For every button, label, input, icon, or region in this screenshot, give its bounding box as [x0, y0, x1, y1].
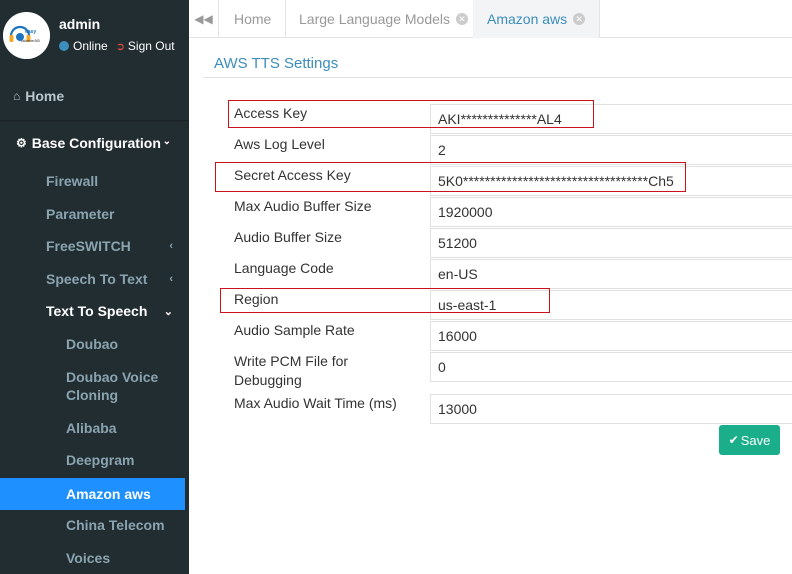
sidebar-item-doubao-voice-cloning[interactable]: Doubao Voice Cloning: [0, 362, 185, 410]
sidebar-item-firewall[interactable]: Firewall: [0, 165, 185, 197]
tab-label: Amazon aws: [487, 11, 568, 27]
highlight-box-region: [220, 288, 550, 313]
chevron-left-icon: ‹: [169, 240, 173, 252]
tab-scroll-left-icon[interactable]: ◀◀: [189, 0, 219, 38]
chevron-left-icon: ‹: [169, 273, 173, 285]
tab-home[interactable]: Home: [220, 0, 287, 38]
sidebar-item-voices[interactable]: Voices: [0, 542, 185, 574]
save-label: Save: [740, 432, 771, 448]
logo-icon: easy callcenter365: [3, 12, 50, 59]
sidebar-item-label: FreeSWITCH: [46, 238, 131, 254]
sidebar-item-label: Doubao Voice Cloning: [66, 369, 159, 403]
sidebar-item-freeswitch[interactable]: FreeSWITCH ‹: [0, 230, 185, 262]
chevron-down-icon: ⌄: [163, 305, 173, 318]
page-title: AWS TTS Settings: [214, 55, 339, 72]
save-button[interactable]: ✔ Save: [719, 425, 780, 455]
highlight-box-secret-access-key: [215, 162, 686, 192]
tab-amazon-aws[interactable]: Amazon aws ✕: [473, 0, 601, 38]
user-panel: easy callcenter365 admin Online ➲ Sign O…: [0, 0, 189, 70]
sidebar-item-label: Home: [25, 88, 65, 104]
sidebar-item-label: Deepgram: [66, 452, 135, 468]
svg-text:callcenter365: callcenter365: [21, 39, 40, 43]
tab-label: Home: [234, 11, 272, 27]
sidebar-item-label: Doubao: [66, 336, 119, 352]
avatar: easy callcenter365: [3, 12, 50, 59]
field-label-language-code: Language Code: [234, 260, 334, 276]
sidebar-item-label: Speech To Text: [46, 271, 148, 287]
sidebar-item-alibaba[interactable]: Alibaba: [0, 412, 185, 444]
max-audio-wait-time-field[interactable]: 13000: [430, 394, 792, 424]
check-icon: ✔: [728, 433, 739, 447]
settings-icon: ⚙: [16, 136, 27, 150]
sidebar-item-label: Voices: [66, 550, 111, 566]
sign-out-link[interactable]: Sign Out: [128, 39, 175, 53]
user-status: Online ➲ Sign Out: [59, 39, 175, 53]
sidebar-item-china-telecom[interactable]: China Telecom: [0, 509, 185, 541]
field-label-max-audio-buffer-size: Max Audio Buffer Size: [234, 198, 372, 214]
online-status-icon: [59, 41, 69, 51]
field-label-audio-buffer-size: Audio Buffer Size: [234, 229, 342, 245]
tab-label: Large Language Models: [299, 11, 451, 27]
sidebar-item-text-to-speech[interactable]: Text To Speech ⌄: [0, 295, 185, 327]
language-code-field[interactable]: en-US: [430, 259, 792, 289]
online-status-label: Online: [73, 39, 108, 53]
chevron-down-icon: ⌄: [162, 136, 171, 147]
svg-text:easy: easy: [25, 29, 36, 35]
sidebar-item-speech-to-text[interactable]: Speech To Text ‹: [0, 263, 185, 295]
sidebar-item-label: Text To Speech: [46, 303, 148, 319]
field-label-audio-sample-rate: Audio Sample Rate: [234, 322, 355, 338]
close-icon[interactable]: ✕: [456, 13, 469, 25]
highlight-box-access-key: [228, 100, 594, 128]
sidebar-item-doubao[interactable]: Doubao: [0, 328, 185, 360]
sidebar-item-home[interactable]: ⌂ Home: [0, 75, 189, 117]
sidebar-item-label: Parameter: [46, 206, 115, 222]
sidebar-item-label: Alibaba: [66, 420, 117, 436]
audio-buffer-size-field[interactable]: 51200: [430, 228, 792, 258]
sign-out-icon[interactable]: ➲: [116, 40, 125, 53]
field-label-max-audio-wait-time: Max Audio Wait Time (ms): [234, 395, 397, 411]
field-label-aws-log-level: Aws Log Level: [234, 136, 325, 152]
user-name: admin: [59, 16, 101, 32]
sidebar-item-amazon-aws[interactable]: Amazon aws: [0, 478, 185, 510]
close-icon[interactable]: ✕: [573, 13, 586, 25]
sidebar-item-label: China Telecom: [66, 517, 165, 533]
home-icon: ⌂: [13, 89, 21, 103]
sidebar-divider: [0, 120, 189, 121]
sidebar-item-label: Firewall: [46, 173, 99, 189]
sidebar-item-label: Amazon aws: [66, 486, 151, 502]
tab-large-language-models[interactable]: Large Language Models ✕: [285, 0, 484, 38]
tab-bar: ◀◀ Home Large Language Models ✕ Amazon a…: [189, 0, 792, 38]
sidebar-item-parameter[interactable]: Parameter: [0, 198, 185, 230]
sidebar-item-base-configuration[interactable]: ⚙ Base Configuration ⌄: [0, 122, 189, 164]
sidebar: easy callcenter365 admin Online ➲ Sign O…: [0, 0, 189, 574]
title-divider: [203, 77, 792, 78]
write-pcm-file-field[interactable]: 0: [430, 352, 792, 382]
sidebar-item-label: Base Configuration: [31, 135, 161, 151]
sidebar-item-deepgram[interactable]: Deepgram: [0, 444, 185, 476]
max-audio-buffer-size-field[interactable]: 1920000: [430, 197, 792, 227]
aws-log-level-field[interactable]: 2: [430, 135, 792, 165]
field-label-write-pcm-file: Write PCM File for Debugging: [234, 353, 349, 388]
audio-sample-rate-field[interactable]: 16000: [430, 321, 792, 351]
